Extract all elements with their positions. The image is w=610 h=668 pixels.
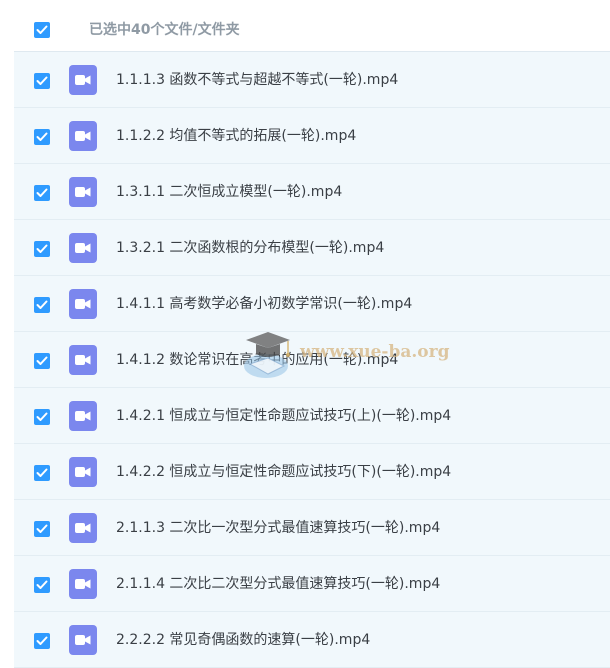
- video-file-icon: [69, 569, 97, 599]
- file-checkbox[interactable]: [34, 241, 50, 257]
- video-file-icon: [69, 345, 97, 375]
- video-file-icon: [69, 233, 97, 263]
- video-file-icon: [69, 65, 97, 95]
- file-checkbox[interactable]: [34, 353, 50, 369]
- file-name[interactable]: 1.1.2.2 均值不等式的拓展(一轮).mp4: [116, 125, 356, 147]
- file-list-header: 已选中40个文件/文件夹: [14, 0, 610, 52]
- file-row[interactable]: 1.4.2.2 恒成立与恒定性命题应试技巧(下)(一轮).mp4: [14, 444, 610, 500]
- video-file-icon: [69, 457, 97, 487]
- checkmark-icon: [36, 188, 48, 197]
- checkmark-icon: [36, 244, 48, 253]
- video-file-icon: [69, 289, 97, 319]
- video-file-icon: [69, 625, 97, 655]
- video-file-icon: [69, 513, 97, 543]
- file-checkbox[interactable]: [34, 185, 50, 201]
- video-file-icon: [69, 401, 97, 431]
- file-checkbox[interactable]: [34, 465, 50, 481]
- file-name[interactable]: 1.4.1.2 数论常识在高考中的应用(一轮).mp4: [116, 349, 398, 371]
- file-name[interactable]: 1.4.1.1 高考数学必备小初数学常识(一轮).mp4: [116, 293, 412, 315]
- file-name[interactable]: 2.1.1.3 二次比一次型分式最值速算技巧(一轮).mp4: [116, 517, 440, 539]
- file-checkbox[interactable]: [34, 297, 50, 313]
- file-row[interactable]: 1.1.2.2 均值不等式的拓展(一轮).mp4: [14, 108, 610, 164]
- file-name[interactable]: 2.2.2.2 常见奇偶函数的速算(一轮).mp4: [116, 629, 370, 651]
- file-row[interactable]: 2.2.2.2 常见奇偶函数的速算(一轮).mp4: [14, 612, 610, 668]
- file-row[interactable]: 1.4.1.2 数论常识在高考中的应用(一轮).mp4: [14, 332, 610, 388]
- checkmark-icon: [36, 524, 48, 533]
- file-name[interactable]: 2.1.1.4 二次比二次型分式最值速算技巧(一轮).mp4: [116, 573, 440, 595]
- file-checkbox[interactable]: [34, 577, 50, 593]
- file-row[interactable]: 1.4.1.1 高考数学必备小初数学常识(一轮).mp4: [14, 276, 610, 332]
- checkmark-icon: [36, 412, 48, 421]
- file-row[interactable]: 2.1.1.3 二次比一次型分式最值速算技巧(一轮).mp4: [14, 500, 610, 556]
- checkmark-icon: [36, 76, 48, 85]
- file-row[interactable]: 1.3.2.1 二次函数根的分布模型(一轮).mp4: [14, 220, 610, 276]
- select-all-checkbox[interactable]: [34, 22, 50, 38]
- checkmark-icon: [36, 636, 48, 645]
- file-checkbox[interactable]: [34, 73, 50, 89]
- checkmark-icon: [36, 300, 48, 309]
- file-checkbox[interactable]: [34, 521, 50, 537]
- video-file-icon: [69, 121, 97, 151]
- file-name[interactable]: 1.3.1.1 二次恒成立模型(一轮).mp4: [116, 181, 342, 203]
- file-name[interactable]: 1.3.2.1 二次函数根的分布模型(一轮).mp4: [116, 237, 384, 259]
- selection-count-label: 已选中40个文件/文件夹: [89, 22, 240, 38]
- file-name[interactable]: 1.4.2.2 恒成立与恒定性命题应试技巧(下)(一轮).mp4: [116, 461, 451, 483]
- file-row[interactable]: 2.1.1.4 二次比二次型分式最值速算技巧(一轮).mp4: [14, 556, 610, 612]
- file-row[interactable]: 1.1.1.3 函数不等式与超越不等式(一轮).mp4: [14, 52, 610, 108]
- checkmark-icon: [36, 468, 48, 477]
- checkmark-icon: [36, 580, 48, 589]
- file-checkbox[interactable]: [34, 409, 50, 425]
- checkmark-icon: [36, 356, 48, 365]
- file-name[interactable]: 1.1.1.3 函数不等式与超越不等式(一轮).mp4: [116, 69, 398, 91]
- file-checkbox[interactable]: [34, 633, 50, 649]
- file-checkbox[interactable]: [34, 129, 50, 145]
- file-list-panel: 已选中40个文件/文件夹 1.1.1.3 函数不等式与超越不等式(一轮).mp4…: [14, 0, 610, 668]
- file-row[interactable]: 1.3.1.1 二次恒成立模型(一轮).mp4: [14, 164, 610, 220]
- checkmark-icon: [36, 132, 48, 141]
- file-row[interactable]: 1.4.2.1 恒成立与恒定性命题应试技巧(上)(一轮).mp4: [14, 388, 610, 444]
- video-file-icon: [69, 177, 97, 207]
- checkmark-icon: [36, 25, 48, 34]
- file-name[interactable]: 1.4.2.1 恒成立与恒定性命题应试技巧(上)(一轮).mp4: [116, 405, 451, 427]
